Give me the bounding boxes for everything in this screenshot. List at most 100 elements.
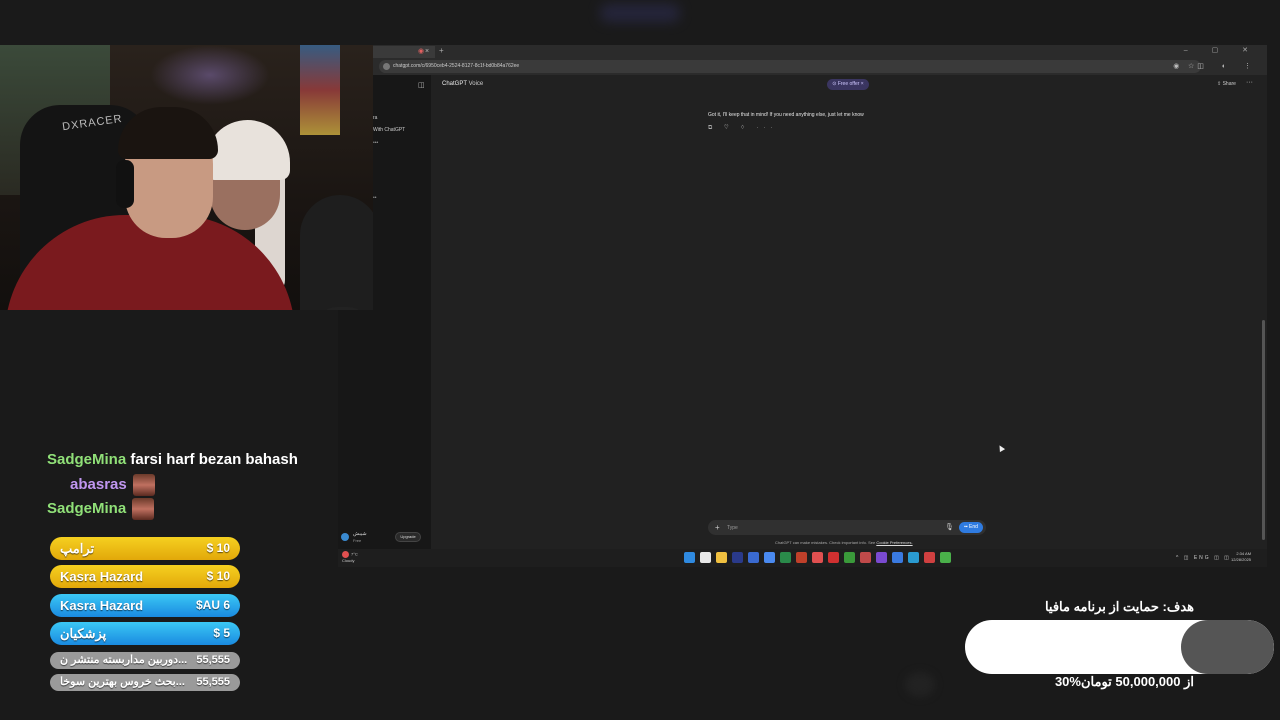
ambient-glow <box>905 672 935 697</box>
taskbar-app-icon[interactable] <box>812 552 823 563</box>
user-plan: Free <box>353 538 362 543</box>
url-text: chatgpt.com/c/6950ceb4-2524-8127-8c1f-bd… <box>393 63 520 69</box>
tab-bar: ◉ × + – ▢ ✕ <box>373 45 1267 58</box>
goal-progress-fill <box>1181 620 1274 674</box>
donor-name: ترامپ <box>60 541 95 556</box>
chat-message: SadgeMina <box>47 498 155 521</box>
end-voice-button[interactable]: ▪▪ End <box>959 522 983 533</box>
clock[interactable]: 2:34 AM 12/28/2025 <box>1231 551 1251 563</box>
free-offer-badge[interactable]: ⊙ Free offer × <box>827 79 869 90</box>
avatar <box>341 533 349 541</box>
tab-close-icon[interactable]: × <box>425 47 429 57</box>
chat-text: farsi harf bezan bahash <box>130 451 298 468</box>
more-options-icon[interactable]: ··· <box>1246 79 1253 86</box>
headset <box>116 160 134 208</box>
disclaimer: ChatGPT can make mistakes. Check importa… <box>775 540 913 545</box>
tab-audio-icon: ◉ <box>418 48 425 55</box>
taskbar-app-icon[interactable] <box>876 552 887 563</box>
sidebar-toggle-icon[interactable]: ◫ <box>418 81 425 89</box>
weather-temp: 7°C <box>351 551 358 557</box>
emote-icon <box>132 498 155 521</box>
tab-chatgpt[interactable]: ◉ × <box>373 46 435 58</box>
taskbar-app-icon[interactable] <box>732 552 743 563</box>
purple-light <box>150 45 270 105</box>
sidebar-item-4[interactable]: •• <box>373 195 377 201</box>
donation-amount: $AU 6 <box>195 598 230 612</box>
emote-icon <box>132 474 155 497</box>
donation-amount: 55,555 <box>196 654 230 666</box>
taskbar-app-icon[interactable] <box>844 552 855 563</box>
stream-layout: DXRACER ◉ × + – ▢ ✕ chatgpt.com/c/6950ce… <box>0 0 1280 720</box>
donation-amount: $ 10 <box>206 569 230 583</box>
goal-progress-text: 30%از 50,000,000 تومان <box>1054 674 1194 689</box>
windows-taskbar: 7°C Cloudy ^ ◫ ENG ◫ ◫ 2:34 AM 12/28/202… <box>338 549 1267 567</box>
sidebar-item-2[interactable]: With ChatGPT <box>373 127 405 133</box>
taskbar-app-icon[interactable] <box>780 552 791 563</box>
webcam-feed: DXRACER <box>0 45 373 310</box>
donor-name: پزشکیان <box>60 626 107 641</box>
taskbar-app-icon[interactable] <box>684 552 695 563</box>
sidebar-item-1[interactable]: ra <box>373 115 377 121</box>
mouse-cursor-icon <box>996 443 1006 453</box>
clock-time: 2:34 AM <box>1236 551 1252 556</box>
chat-username: SadgeMina <box>47 500 127 517</box>
donor-name: Kasra Hazard <box>60 598 144 613</box>
taskbar-app-icon[interactable] <box>828 552 839 563</box>
donor-name: Kasra Hazard <box>60 569 144 584</box>
message-actions[interactable]: ⧉ ♡ ♢ ··· <box>708 125 778 132</box>
top-glow <box>600 4 680 22</box>
clock-date: 12/28/2025 <box>1231 557 1252 562</box>
assistant-message: Got it, I'll keep that in mind! If you n… <box>708 112 864 118</box>
weather-icon <box>342 551 349 558</box>
taskbar-app-icon[interactable] <box>716 552 727 563</box>
sidebar-item-3[interactable]: ••• <box>373 140 378 146</box>
taskbar-app-icon[interactable] <box>796 552 807 563</box>
taskbar-app-icon[interactable] <box>748 552 759 563</box>
poster <box>300 45 340 135</box>
system-tray[interactable]: ^ ◫ ENG ◫ ◫ <box>1176 552 1231 564</box>
weather-desc: Cloudy <box>342 558 355 563</box>
taskbar-app-icon[interactable] <box>940 552 951 563</box>
chat-sidebar: ◫ ra With ChatGPT ••• •• شیبش Free Upgra… <box>341 75 431 565</box>
taskbar-app-icon[interactable] <box>924 552 935 563</box>
scrollbar[interactable] <box>1262 320 1265 540</box>
browser-window: ◉ × + – ▢ ✕ chatgpt.com/c/6950ceb4-2524-… <box>341 45 1267 565</box>
chat-mode: Voice <box>468 81 484 87</box>
chat-username: abasras <box>70 476 127 493</box>
chat-username: SadgeMina <box>47 451 127 468</box>
message-input[interactable] <box>727 522 927 533</box>
taskbar-app-icon[interactable] <box>892 552 903 563</box>
donor-name: دوربین مداربسته منتشر ن... <box>60 654 188 666</box>
person3 <box>300 195 373 310</box>
donation-item: دوربین مداربسته منتشر ن... 55,555 <box>50 652 240 669</box>
donation-item: Kasra Hazard $ 10 <box>50 565 240 588</box>
cookie-preferences-link[interactable]: Cookie Preferences. <box>876 540 912 545</box>
weather-widget[interactable]: 7°C Cloudy <box>342 551 358 563</box>
extension-icons[interactable]: ◉ ◫ ◐ ⋮ <box>1173 60 1259 73</box>
upgrade-button[interactable]: Upgrade <box>395 532 421 542</box>
goal-progress-bar <box>965 620 1274 674</box>
microphone-icon[interactable]: 🎙 <box>945 521 954 534</box>
taskbar-app-icon[interactable] <box>860 552 871 563</box>
donation-amount: $ 5 <box>213 626 230 640</box>
donation-item: پزشکیان $ 5 <box>50 622 240 645</box>
url-field[interactable]: chatgpt.com/c/6950ceb4-2524-8127-8c1f-bd… <box>379 60 1201 73</box>
chat-message: SadgeMina farsi harf bezan bahash <box>47 449 298 471</box>
donation-amount: $ 10 <box>206 541 230 555</box>
taskbar-app-icon[interactable] <box>764 552 775 563</box>
donation-amount: 55,555 <box>196 676 230 688</box>
donation-item: ترامپ $ 10 <box>50 537 240 560</box>
donor-name: بحث خروس بهترین سوخا... <box>60 676 185 688</box>
address-bar: chatgpt.com/c/6950ceb4-2524-8127-8c1f-bd… <box>373 58 1267 75</box>
site-info-icon[interactable] <box>383 63 390 70</box>
model-selector[interactable]: ChatGPT Voice <box>442 81 483 87</box>
new-tab-button[interactable]: + <box>439 46 444 56</box>
taskbar-app-icon[interactable] <box>908 552 919 563</box>
taskbar-app-icon[interactable] <box>700 552 711 563</box>
taskbar-apps <box>684 552 951 564</box>
attach-plus-icon[interactable]: + <box>715 521 720 534</box>
chat-message: abasras <box>70 474 155 497</box>
user-name: شیبش <box>353 531 367 537</box>
share-button[interactable]: ⇪ Share <box>1217 81 1236 87</box>
window-controls[interactable]: – ▢ ✕ <box>1184 46 1259 56</box>
